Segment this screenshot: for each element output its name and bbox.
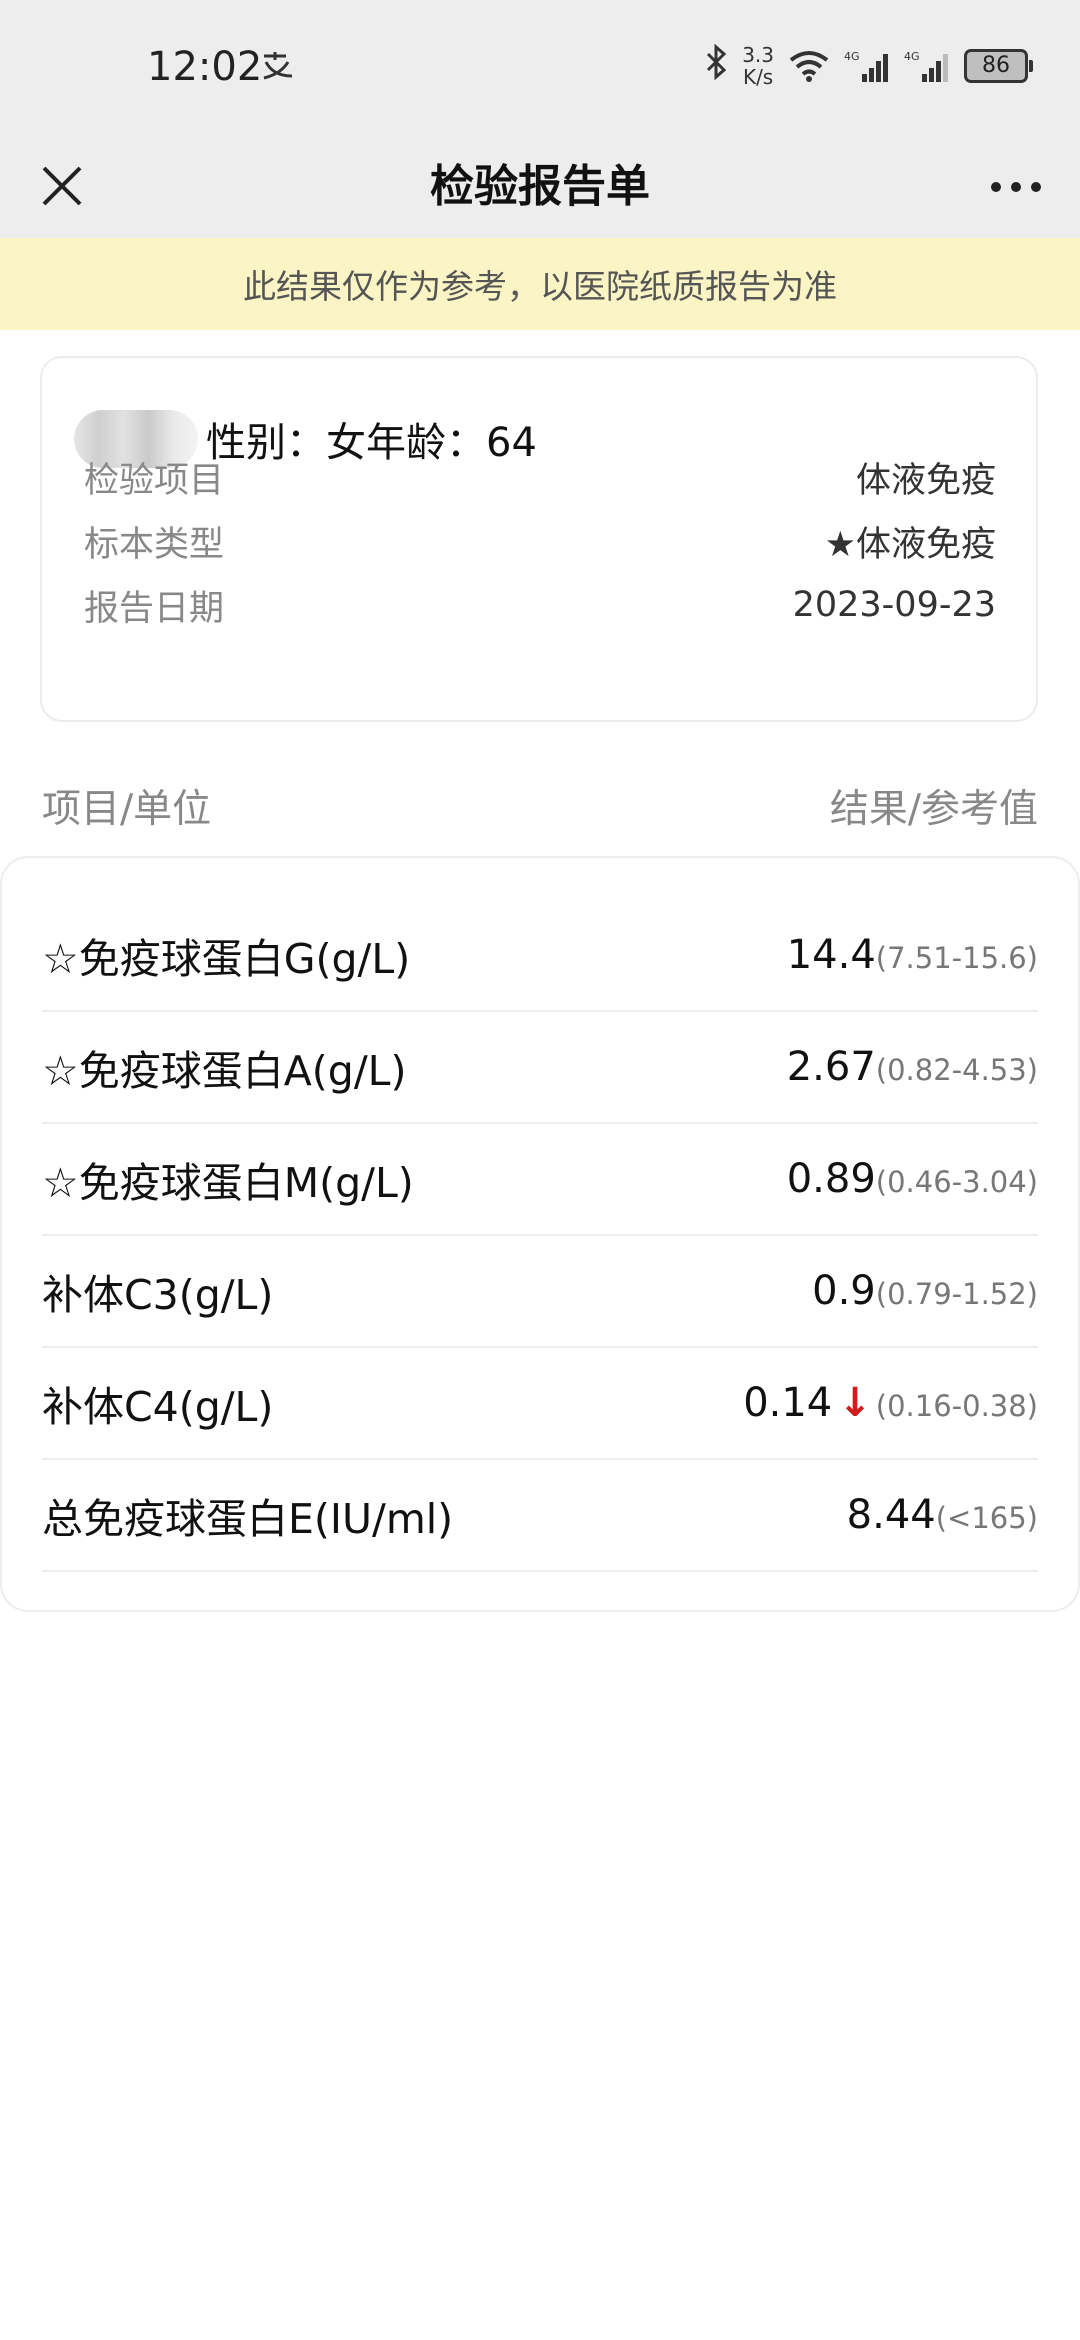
result-value: 0.9 [812, 1268, 876, 1314]
result-item-name: ☆免疫球蛋白A(g/L) [42, 1047, 407, 1095]
info-value: 2023-09-23 [792, 585, 996, 625]
result-item-name: 补体C4(g/L) [42, 1383, 274, 1431]
result-row: ☆免疫球蛋白M(g/L) 0.89 (0.46-3.04) [42, 1124, 1038, 1236]
header-result-reference: 结果/参考值 [829, 787, 1038, 832]
reference-range: (0.79-1.52) [875, 1277, 1038, 1311]
svg-text:4G: 4G [844, 50, 860, 63]
cellular-signal-icon: 4G [844, 48, 890, 84]
info-label: 标本类型 [84, 524, 225, 565]
result-row: 补体C4(g/L) 0.14 ↓ (0.16-0.38) [42, 1348, 1038, 1460]
info-value: 体液免疫 [855, 460, 996, 501]
result-row: ☆免疫球蛋白A(g/L) 2.67 (0.82-4.53) [42, 1012, 1038, 1124]
more-dot-icon [1031, 182, 1041, 192]
results-list-header: 项目/单位 结果/参考值 [42, 774, 1038, 838]
status-time: 12:02 [147, 44, 263, 90]
info-label: 报告日期 [84, 588, 225, 629]
status-indicators: 3.3 K/s 4G 4G 86 [704, 40, 1033, 92]
result-value-group: 0.89 (0.46-3.04) [787, 1156, 1038, 1202]
info-label: 检验项目 [84, 460, 225, 501]
info-value: ★体液免疫 [824, 524, 996, 565]
result-value: 2.67 [786, 1044, 876, 1090]
reference-range: (<165) [935, 1501, 1038, 1535]
more-options-button[interactable] [980, 164, 1052, 210]
result-item-name: 补体C3(g/L) [42, 1271, 274, 1319]
low-flag-arrow-icon: ↓ [838, 1380, 872, 1426]
info-row-report-date: 报告日期 2023-09-23 [84, 580, 996, 630]
result-row: 补体C3(g/L) 0.9 (0.79-1.52) [42, 1236, 1038, 1348]
disclaimer-banner: 此结果仅作为参考，以医院纸质报告为准 [0, 238, 1080, 330]
page-title: 检验报告单 [430, 161, 650, 212]
result-value: 0.89 [786, 1156, 876, 1202]
cellular-signal-icon-2: 4G [904, 48, 950, 84]
result-item-name: 总免疫球蛋白E(IU/ml) [42, 1495, 454, 1543]
result-value: 14.4 [786, 932, 876, 978]
battery-indicator: 86 [964, 49, 1033, 83]
result-row: 总免疫球蛋白E(IU/ml) 8.44 (<165) [42, 1460, 1038, 1572]
info-row-test-item: 检验项目 体液免疫 [84, 452, 996, 502]
reference-range: (0.46-3.04) [875, 1165, 1038, 1199]
info-row-specimen-type: 标本类型 ★体液免疫 [84, 516, 996, 566]
bluetooth-icon [704, 43, 728, 89]
result-item-name: ☆免疫球蛋白G(g/L) [42, 935, 411, 983]
reference-range: (0.16-0.38) [875, 1389, 1038, 1423]
more-dot-icon [1011, 182, 1021, 192]
svg-text:4G: 4G [904, 50, 920, 63]
notification-app-icon [260, 50, 296, 88]
more-dot-icon [991, 182, 1001, 192]
status-bar: 12:02 3.3 K/s 4G 4G 86 [0, 0, 1080, 136]
result-value-group: 0.14 ↓ (0.16-0.38) [743, 1380, 1038, 1426]
result-value-group: 14.4 (7.51-15.6) [787, 932, 1038, 978]
reference-range: (7.51-15.6) [875, 941, 1038, 975]
network-speed: 3.3 K/s [742, 43, 774, 89]
header-item-unit: 项目/单位 [42, 787, 212, 832]
patient-info-card: 性别：女年龄：64 检验项目 体液免疫 标本类型 ★体液免疫 报告日期 2023… [40, 356, 1038, 722]
result-value: 0.14 [743, 1380, 833, 1426]
result-value-group: 8.44 (<165) [847, 1492, 1038, 1538]
reference-range: (0.82-4.53) [875, 1053, 1038, 1087]
result-value-group: 0.9 (0.79-1.52) [812, 1268, 1038, 1314]
result-item-name: ☆免疫球蛋白M(g/L) [42, 1159, 414, 1207]
nav-bar: 检验报告单 [0, 136, 1080, 238]
result-value: 8.44 [846, 1492, 936, 1538]
result-row: ☆免疫球蛋白G(g/L) 14.4 (7.51-15.6) [42, 900, 1038, 1012]
result-value-group: 2.67 (0.82-4.53) [787, 1044, 1038, 1090]
wifi-icon [788, 50, 830, 82]
